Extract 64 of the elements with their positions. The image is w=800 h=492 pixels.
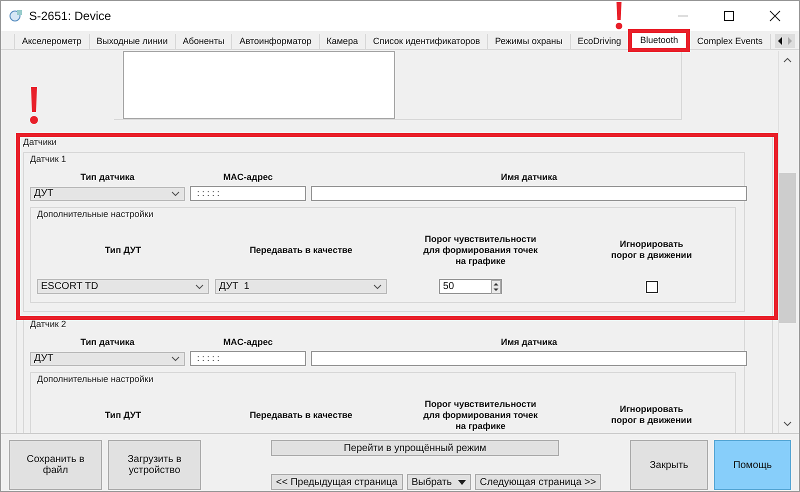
scroll-down-icon[interactable] [783, 421, 792, 427]
chevron-icon [171, 190, 180, 196]
sensor-name-field[interactable] [311, 186, 747, 201]
scroll-left-icon[interactable] [774, 34, 785, 48]
caret-icon [458, 480, 466, 484]
column-heading: Тип датчика [79, 172, 136, 182]
column-heading: Имя датчика [500, 172, 558, 182]
exclamation-mark [29, 85, 39, 125]
column-heading: Игнорировать порог в движении [610, 404, 693, 426]
sensor-type-dropdown[interactable]: ДУТ [30, 352, 185, 366]
tab[interactable]: Complex Events [690, 34, 771, 49]
column-heading: Игнорировать порог в движении [610, 239, 693, 261]
tab[interactable]: Автоинформатор [232, 34, 320, 49]
maximize-icon[interactable] [723, 10, 735, 22]
group-title: Датчики [23, 137, 57, 147]
column-heading: Тип ДУТ [104, 410, 142, 420]
scrollbar[interactable] [778, 51, 796, 433]
group-title: Дополнительные настройки [37, 374, 154, 384]
tab[interactable]: Абоненты [176, 34, 232, 49]
group-title: Датчик 1 [30, 154, 66, 164]
previous-page-button[interactable]: << Предыдущая страница [271, 474, 402, 490]
column-heading: Передавать в качестве [248, 245, 354, 255]
column-heading: Порог чувствительности для формирования точек на графике [422, 398, 539, 432]
close-button[interactable]: Закрыть [630, 440, 708, 490]
sensor-type-dropdown[interactable]: ДУТ [30, 186, 185, 200]
tab[interactable]: Bluetooth [629, 32, 690, 49]
load-to-device-button[interactable]: Загрузить в устройство [108, 440, 201, 490]
column-heading: MAC-адрес [222, 336, 274, 346]
help-button[interactable]: Помощь [714, 440, 791, 490]
tab[interactable]: Выходные линии [90, 34, 176, 49]
ignore-checkbox[interactable] [646, 280, 658, 292]
close-icon[interactable] [769, 10, 781, 22]
group-title: Дополнительные настройки [37, 209, 154, 219]
column-heading: Порог чувствительности для формирования точек на графике [422, 234, 539, 266]
column-heading: Тип датчика [79, 336, 136, 346]
chevron-icon [171, 356, 180, 362]
exclamation-mark [615, 2, 623, 30]
tab[interactable]: Акселерометр [15, 34, 90, 49]
window-title: S-2651: Device [29, 9, 112, 23]
mac-field[interactable]: : : : : : [190, 351, 306, 366]
column-heading: Передавать в качестве [248, 410, 354, 420]
save-to-file-button[interactable]: Сохранить в файл [9, 440, 102, 490]
scroll-up-icon[interactable] [783, 57, 792, 63]
choose-button[interactable]: Выбрать [406, 474, 471, 490]
tab[interactable]: Камера [320, 34, 366, 49]
highlight-frame [628, 29, 690, 52]
next-page-button[interactable]: Следующая страница >> [474, 474, 602, 490]
tab[interactable]: Список идентификаторов [366, 34, 488, 49]
column-heading: Тип ДУТ [104, 245, 142, 255]
simple-mode-button[interactable]: Перейти в упрощённый режим [271, 440, 559, 456]
sensor-name-field[interactable] [311, 351, 747, 366]
tab[interactable]: EcoDriving [570, 34, 630, 49]
column-heading: Имя датчика [500, 336, 558, 346]
threshold-spinbox[interactable]: 50 [439, 279, 502, 294]
transmit-dropdown[interactable]: ДУТ 1 [215, 279, 387, 294]
app-icon [9, 9, 23, 23]
dut-type-dropdown[interactable]: ESCORT TD [37, 279, 209, 294]
spin-arrows-icon [491, 280, 501, 294]
chevron-icon [373, 284, 382, 290]
mac-field[interactable]: : : : : : [190, 186, 306, 201]
column-heading: MAC-адрес [222, 172, 274, 182]
chevron-icon [195, 284, 204, 290]
tab[interactable]: Режимы охраны [488, 34, 571, 49]
group-title: Датчик 2 [30, 319, 66, 329]
